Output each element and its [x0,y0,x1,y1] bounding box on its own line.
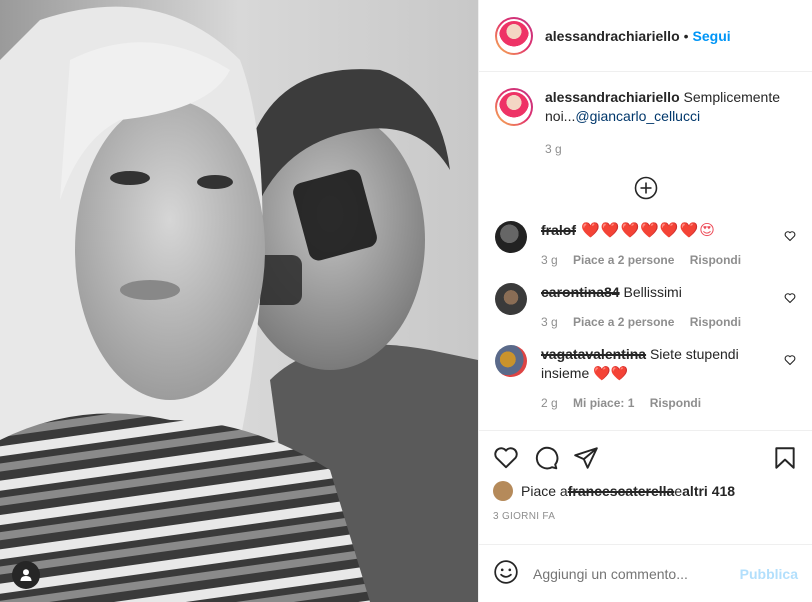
separator-dot: • [683,27,689,44]
comment-username[interactable]: fralof [541,222,576,238]
comment-reply-button[interactable]: Rispondi [690,315,741,329]
post-dialog: alessandrachiariello • Segui alessandrac… [0,0,812,602]
likes-prefix: Piace a [521,483,568,499]
photo-illustration [0,0,478,602]
post-header: alessandrachiariello • Segui [479,0,812,72]
author-username[interactable]: alessandrachiariello [545,28,680,44]
comment-avatar[interactable] [495,283,527,315]
comment-avatar[interactable] [495,221,527,253]
comment-text: Bellissimi [619,284,682,300]
author-avatar[interactable] [495,16,533,55]
load-more-comments-button[interactable] [495,176,796,200]
heart-icon[interactable] [784,230,796,242]
comment-avatar[interactable] [495,345,527,377]
post-caption: alessandrachiariello Semplicemente noi..… [495,88,796,159]
comment-username[interactable]: carontina84 [541,284,620,300]
comments-section[interactable]: alessandrachiariello Semplicemente noi..… [479,72,812,430]
comment-likes-link[interactable]: Piace a 2 persone [573,253,674,267]
heart-icon[interactable] [784,292,796,304]
comment-time: 3 g [541,315,558,329]
smiley-icon[interactable] [493,559,519,588]
liker-username[interactable]: francescaterella [568,483,675,499]
comment-item: vagatavalentina Siete stupendi insieme ❤… [495,345,796,410]
likes-others-link[interactable]: altri 418 [682,483,735,499]
comment-item: carontina84 Bellissimi 3 g Piace a 2 per… [495,283,796,329]
post-timestamp: 3 GIORNI FA [493,511,556,522]
comment-likes-link[interactable]: Piace a 2 persone [573,315,674,329]
comment-likes-link[interactable]: Mi piace: 1 [573,396,634,410]
comment-reply-button[interactable]: Rispondi [650,396,701,410]
likes-middle: e [674,483,683,499]
publish-button[interactable]: Pubblica [740,566,798,582]
comment-icon[interactable] [533,445,559,471]
comment-item: fralof ❤️❤️❤️❤️❤️❤️😍 3 g Piace a 2 perso… [495,221,796,267]
caption-time: 3 g [545,142,562,156]
plus-circle-icon [634,176,657,200]
heart-icon[interactable] [784,354,796,366]
comment-username[interactable]: vagatavalentina [541,346,646,362]
comment-input[interactable] [533,565,740,582]
heart-icon[interactable] [493,445,519,471]
caption-avatar[interactable] [495,88,533,126]
follow-button[interactable]: Segui [693,28,731,44]
comment-text: ❤️❤️❤️❤️❤️❤️😍 [576,222,716,239]
send-icon[interactable] [573,445,599,471]
comment-time: 2 g [541,396,558,410]
comment-reply-button[interactable]: Rispondi [690,253,741,267]
add-comment-bar: Pubblica [479,544,812,602]
likes-summary[interactable]: Piace a francescaterella e altri 418 [493,481,798,501]
caption-username[interactable]: alessandrachiariello [545,89,680,105]
person-icon[interactable] [12,561,40,589]
caption-mention-link[interactable]: @giancarlo_cellucci [575,108,700,124]
comment-time: 3 g [541,253,558,267]
liker-avatar[interactable] [493,481,513,501]
bookmark-icon[interactable] [772,445,798,471]
post-side-panel: alessandrachiariello • Segui alessandrac… [478,0,812,602]
post-photo[interactable] [0,0,478,602]
